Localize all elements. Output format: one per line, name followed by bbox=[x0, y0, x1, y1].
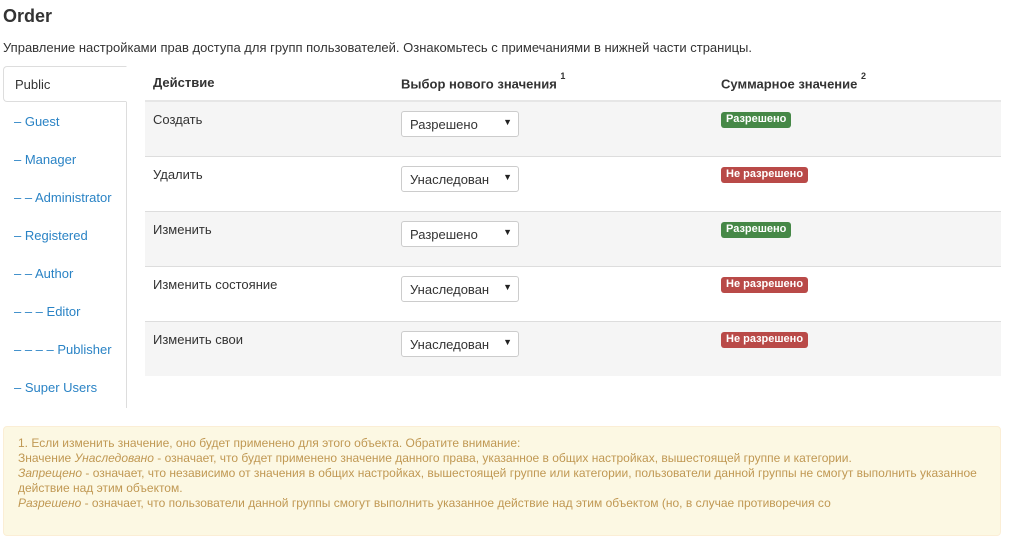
tab-manager[interactable]: – Manager bbox=[3, 142, 125, 178]
table-row: Изменить свои Унаследован ▼ Не разрешено bbox=[145, 322, 1001, 376]
status-badge: Разрешено bbox=[721, 112, 792, 128]
tab-guest[interactable]: – Guest bbox=[3, 104, 125, 140]
permission-select[interactable]: Разрешено ▼ bbox=[401, 221, 519, 247]
header-action: Действие bbox=[153, 75, 215, 90]
table-row: Удалить Унаследован ▼ Не разрешено bbox=[145, 157, 1001, 212]
tab-administrator[interactable]: – – Administrator bbox=[3, 180, 125, 216]
status-badge: Не разрешено bbox=[721, 332, 809, 348]
note-line: Значение Унаследовано - означает, что бу… bbox=[18, 451, 852, 465]
notes-panel: 1. Если изменить значение, оно будет при… bbox=[3, 426, 1001, 536]
note-line: Запрещено - означает, что независимо от … bbox=[18, 466, 977, 495]
table-row: Создать Разрешено ▼ Разрешено bbox=[145, 102, 1001, 157]
chevron-down-icon: ▼ bbox=[503, 227, 512, 237]
note-line: Разрешено - означает, что пользователи д… bbox=[18, 496, 831, 510]
action-name: Удалить bbox=[153, 167, 203, 182]
permission-select[interactable]: Унаследован ▼ bbox=[401, 276, 519, 302]
permissions-table: Действие Выбор нового значения 1 Суммарн… bbox=[145, 66, 1001, 376]
tab-editor[interactable]: – – – Editor bbox=[3, 294, 125, 330]
page-description: Управление настройками прав доступа для … bbox=[3, 40, 752, 55]
tab-publisher[interactable]: – – – – Publisher bbox=[3, 332, 125, 368]
action-name: Изменить bbox=[153, 222, 212, 237]
action-name: Изменить состояние bbox=[153, 277, 278, 292]
permission-select[interactable]: Разрешено ▼ bbox=[401, 111, 519, 137]
chevron-down-icon: ▼ bbox=[503, 117, 512, 127]
status-badge: Не разрешено bbox=[721, 167, 809, 183]
table-header: Действие Выбор нового значения 1 Суммарн… bbox=[145, 66, 1001, 102]
permission-select[interactable]: Унаследован ▼ bbox=[401, 331, 519, 357]
tab-author[interactable]: – – Author bbox=[3, 256, 125, 292]
note-line: 1. Если изменить значение, оно будет при… bbox=[18, 436, 521, 450]
chevron-down-icon: ▼ bbox=[503, 337, 512, 347]
tab-super-users[interactable]: – Super Users bbox=[3, 370, 125, 406]
table-row: Изменить Разрешено ▼ Разрешено bbox=[145, 212, 1001, 267]
status-badge: Разрешено bbox=[721, 222, 792, 238]
chevron-down-icon: ▼ bbox=[503, 172, 512, 182]
page-title: Order bbox=[3, 6, 53, 26]
table-row: Изменить состояние Унаследован ▼ Не разре… bbox=[145, 267, 1001, 322]
tab-registered[interactable]: – Registered bbox=[3, 218, 125, 254]
group-tabs: Public – Guest – Manager – – Administrat… bbox=[3, 66, 127, 408]
action-name: Создать bbox=[153, 112, 203, 127]
status-badge: Не разрешено bbox=[721, 277, 809, 293]
action-name: Изменить свои bbox=[153, 332, 244, 347]
tab-public[interactable]: Public bbox=[3, 66, 127, 102]
permission-select[interactable]: Унаследован ▼ bbox=[401, 166, 519, 192]
header-computed-value: Суммарное значение 2 bbox=[721, 71, 867, 92]
chevron-down-icon: ▼ bbox=[503, 282, 512, 292]
header-new-value: Выбор нового значения 1 bbox=[401, 71, 566, 92]
